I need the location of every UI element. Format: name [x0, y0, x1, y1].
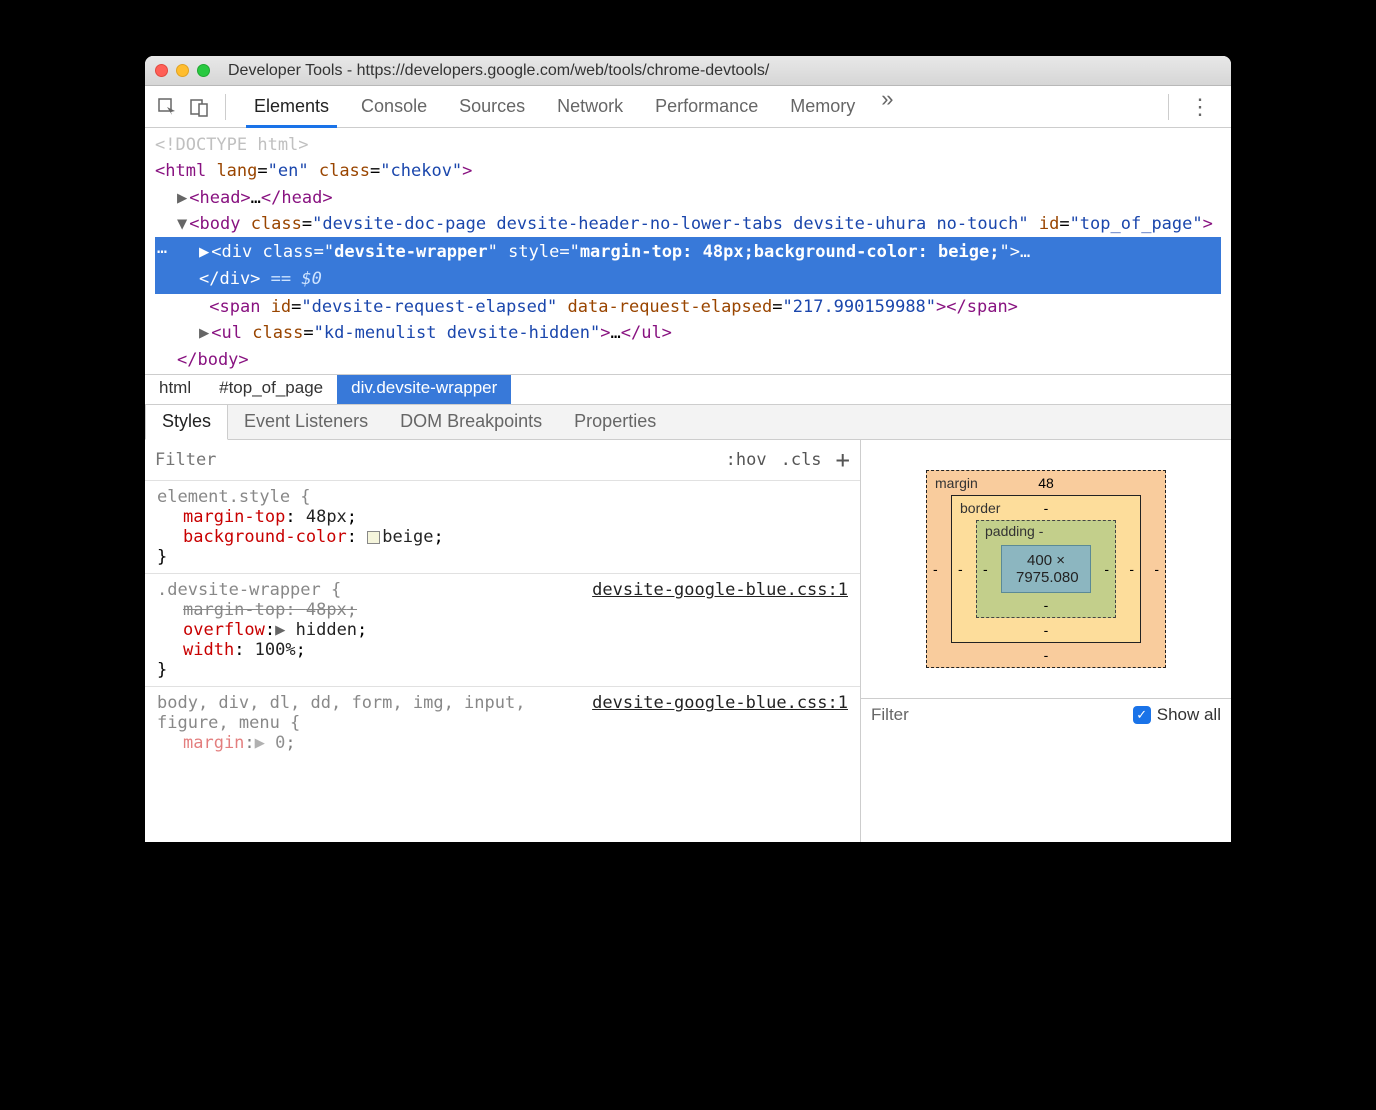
- tabs-overflow-icon[interactable]: »: [871, 86, 903, 127]
- subtab-dom-bp[interactable]: DOM Breakpoints: [384, 405, 558, 439]
- crumb-body[interactable]: #top_of_page: [205, 375, 337, 404]
- selector-text: element.style {: [157, 487, 848, 507]
- dom-head[interactable]: ▶<head>…</head>: [155, 185, 1221, 211]
- hov-toggle[interactable]: :hov: [726, 450, 767, 470]
- new-rule-button[interactable]: +: [836, 446, 850, 474]
- device-icon[interactable]: [185, 93, 213, 121]
- dom-tree[interactable]: <!DOCTYPE html> <html lang="en" class="c…: [145, 128, 1231, 374]
- window-title: Developer Tools - https://developers.goo…: [228, 62, 769, 80]
- styles-panel: :hov .cls + element.style { margin-top: …: [145, 440, 861, 842]
- style-block-element[interactable]: element.style { margin-top: 48px; backgr…: [145, 481, 860, 574]
- styles-filter-input[interactable]: [155, 450, 355, 470]
- subtab-styles[interactable]: Styles: [145, 404, 228, 440]
- close-icon[interactable]: [155, 64, 168, 77]
- color-swatch-icon[interactable]: [367, 531, 380, 544]
- tab-sources[interactable]: Sources: [443, 86, 541, 127]
- panel-tabs: Elements Console Sources Network Perform…: [238, 86, 903, 127]
- dom-body[interactable]: ▼<body class="devsite-doc-page devsite-h…: [155, 211, 1221, 237]
- devtools-window: Developer Tools - https://developers.goo…: [145, 56, 1231, 842]
- main-toolbar: Elements Console Sources Network Perform…: [145, 86, 1231, 128]
- dom-ul[interactable]: ▶<ul class="kd-menulist devsite-hidden">…: [155, 320, 1221, 346]
- dom-html[interactable]: <html lang="en" class="chekov">: [155, 158, 1221, 184]
- css-source-link[interactable]: devsite-google-blue.css:1: [592, 693, 848, 713]
- subtab-properties[interactable]: Properties: [558, 405, 672, 439]
- css-source-link[interactable]: devsite-google-blue.css:1: [592, 580, 848, 600]
- styles-subtabs: Styles Event Listeners DOM Breakpoints P…: [145, 404, 1231, 440]
- minimize-icon[interactable]: [176, 64, 189, 77]
- settings-menu-icon[interactable]: ⋮: [1177, 94, 1223, 120]
- breadcrumbs: html #top_of_page div.devsite-wrapper: [145, 374, 1231, 404]
- style-block-wrapper[interactable]: devsite-google-blue.css:1 .devsite-wrapp…: [145, 574, 860, 687]
- style-block-reset[interactable]: devsite-google-blue.css:1 body, div, dl,…: [145, 687, 860, 759]
- tab-console[interactable]: Console: [345, 86, 443, 127]
- dom-body-close[interactable]: </body>: [155, 347, 1221, 373]
- computed-panel: margin 48 - - - border - - - - padding -…: [861, 440, 1231, 842]
- box-model[interactable]: margin 48 - - - border - - - - padding -…: [861, 440, 1231, 698]
- tab-network[interactable]: Network: [541, 86, 639, 127]
- dom-span[interactable]: <span id="devsite-request-elapsed" data-…: [155, 294, 1221, 320]
- traffic-lights: [155, 64, 210, 77]
- show-all-toggle[interactable]: ✓ Show all: [1133, 705, 1221, 725]
- titlebar: Developer Tools - https://developers.goo…: [145, 56, 1231, 86]
- tab-memory[interactable]: Memory: [774, 86, 871, 127]
- cls-toggle[interactable]: .cls: [781, 450, 822, 470]
- inspect-icon[interactable]: [153, 93, 181, 121]
- computed-filter-label[interactable]: Filter: [871, 705, 909, 725]
- tab-elements[interactable]: Elements: [238, 86, 345, 127]
- box-content-size: 400 × 7975.080: [1001, 545, 1091, 593]
- dom-selected-node[interactable]: ⋯ ▶<div class="devsite-wrapper" style="m…: [155, 237, 1221, 294]
- subtab-listeners[interactable]: Event Listeners: [228, 405, 384, 439]
- maximize-icon[interactable]: [197, 64, 210, 77]
- tab-performance[interactable]: Performance: [639, 86, 774, 127]
- dom-doctype[interactable]: <!DOCTYPE html>: [155, 132, 1221, 158]
- crumb-html[interactable]: html: [145, 375, 205, 404]
- crumb-selected[interactable]: div.devsite-wrapper: [337, 375, 511, 404]
- checkbox-icon[interactable]: ✓: [1133, 706, 1151, 724]
